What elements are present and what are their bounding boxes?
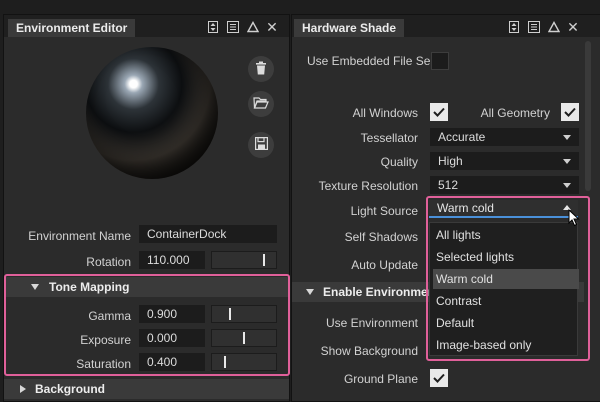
quality-value: High bbox=[438, 154, 463, 168]
tessellator-value: Accurate bbox=[438, 130, 486, 144]
folder-open-icon bbox=[253, 96, 269, 112]
light-source-dropdown[interactable]: Warm cold bbox=[429, 200, 578, 218]
texture-resolution-label: Texture Resolution bbox=[318, 179, 418, 193]
light-source-label: Light Source bbox=[350, 204, 418, 218]
auto-update-label: Auto Update bbox=[351, 258, 418, 272]
exposure-slider[interactable] bbox=[211, 329, 277, 347]
use-embedded-checkbox[interactable] bbox=[431, 52, 449, 70]
saturation-input[interactable]: 0.400 bbox=[139, 353, 205, 371]
environment-editor-titlebar: Environment Editor ✕ bbox=[4, 15, 289, 37]
texture-resolution-value: 512 bbox=[438, 178, 459, 192]
light-source-options-list: All lights Selected lights Warm cold Con… bbox=[429, 222, 579, 356]
quality-label: Quality bbox=[380, 155, 418, 169]
light-option-all-lights[interactable]: All lights bbox=[433, 225, 579, 245]
all-windows-label: All Windows bbox=[352, 106, 418, 120]
ground-plane-label: Ground Plane bbox=[343, 372, 418, 386]
open-environment-button[interactable] bbox=[248, 91, 274, 117]
light-source-value: Warm cold bbox=[437, 201, 494, 215]
collapse-triangle-icon bbox=[31, 284, 39, 290]
saturation-slider-knob[interactable] bbox=[224, 356, 226, 368]
tone-mapping-header[interactable]: Tone Mapping bbox=[4, 277, 289, 297]
all-geometry-label: All Geometry bbox=[480, 106, 550, 120]
close-icon[interactable]: ✕ bbox=[266, 20, 278, 34]
light-option-contrast[interactable]: Contrast bbox=[433, 291, 579, 311]
env-name-label: Environment Name bbox=[28, 229, 131, 243]
menu-icon[interactable] bbox=[227, 21, 239, 33]
exposure-slider-knob[interactable] bbox=[243, 332, 245, 344]
environment-editor-title[interactable]: Environment Editor bbox=[8, 19, 136, 37]
gamma-slider-knob[interactable] bbox=[229, 308, 231, 320]
rotation-slider-knob[interactable] bbox=[263, 254, 265, 266]
check-icon bbox=[564, 107, 576, 117]
quality-dropdown[interactable]: High bbox=[430, 152, 579, 170]
saturation-slider[interactable] bbox=[211, 353, 277, 371]
save-icon bbox=[254, 137, 268, 153]
environment-preview-sphere bbox=[86, 47, 218, 179]
collapse-triangle-icon bbox=[306, 289, 314, 295]
light-option-warm-cold[interactable]: Warm cold bbox=[433, 269, 579, 289]
exposure-label: Exposure bbox=[80, 333, 131, 347]
rotation-input[interactable]: 110.000 bbox=[139, 251, 205, 269]
saturation-label: Saturation bbox=[76, 357, 131, 371]
gamma-input[interactable]: 0.900 bbox=[139, 305, 205, 323]
hardware-shading-titlebar: Hardware Shade ✕ bbox=[292, 15, 600, 37]
gamma-slider[interactable] bbox=[211, 305, 277, 323]
enable-environment-title: Enable Environment bbox=[323, 285, 440, 299]
gamma-label: Gamma bbox=[88, 309, 131, 323]
tessellator-dropdown[interactable]: Accurate bbox=[430, 128, 579, 146]
mouse-cursor-icon bbox=[568, 208, 580, 230]
light-option-default[interactable]: Default bbox=[433, 313, 579, 333]
use-embedded-label: Use Embedded File Se... bbox=[307, 54, 441, 68]
maximize-icon[interactable] bbox=[548, 21, 560, 33]
chevron-down-icon bbox=[563, 159, 571, 164]
rotation-label: Rotation bbox=[86, 255, 131, 269]
delete-environment-button[interactable] bbox=[248, 56, 274, 82]
use-environment-label: Use Environment bbox=[325, 316, 418, 330]
rotation-slider[interactable] bbox=[211, 251, 277, 269]
save-environment-button[interactable] bbox=[248, 132, 274, 158]
expand-triangle-icon bbox=[20, 385, 26, 393]
check-icon bbox=[433, 373, 445, 383]
all-windows-checkbox[interactable] bbox=[430, 103, 448, 121]
ground-plane-checkbox[interactable] bbox=[430, 369, 448, 387]
background-header[interactable]: Background bbox=[4, 379, 289, 399]
hardware-shading-title[interactable]: Hardware Shade bbox=[294, 19, 405, 37]
environment-editor-panel: Environment Editor ✕ Environment Name Co… bbox=[3, 14, 290, 402]
float-panel-icon[interactable] bbox=[207, 21, 219, 33]
exposure-input[interactable]: 0.000 bbox=[139, 329, 205, 347]
tone-mapping-title: Tone Mapping bbox=[49, 280, 130, 294]
maximize-icon[interactable] bbox=[247, 21, 259, 33]
show-background-label: Show Background bbox=[320, 344, 418, 358]
float-panel-icon[interactable] bbox=[508, 21, 520, 33]
menu-icon[interactable] bbox=[528, 21, 540, 33]
self-shadows-label: Self Shadows bbox=[344, 230, 418, 244]
tessellator-label: Tessellator bbox=[360, 131, 418, 145]
light-option-selected-lights[interactable]: Selected lights bbox=[433, 247, 579, 267]
background-title: Background bbox=[35, 382, 106, 396]
check-icon bbox=[433, 107, 445, 117]
close-icon[interactable]: ✕ bbox=[567, 20, 579, 34]
vertical-scrollbar[interactable] bbox=[585, 41, 591, 191]
texture-resolution-dropdown[interactable]: 512 bbox=[430, 176, 579, 194]
chevron-down-icon bbox=[563, 135, 571, 140]
light-option-image-based-only[interactable]: Image-based only bbox=[433, 335, 579, 355]
all-geometry-checkbox[interactable] bbox=[561, 103, 579, 121]
env-name-input[interactable]: ContainerDock bbox=[139, 225, 277, 243]
chevron-down-icon bbox=[563, 183, 571, 188]
trash-icon bbox=[255, 61, 267, 78]
